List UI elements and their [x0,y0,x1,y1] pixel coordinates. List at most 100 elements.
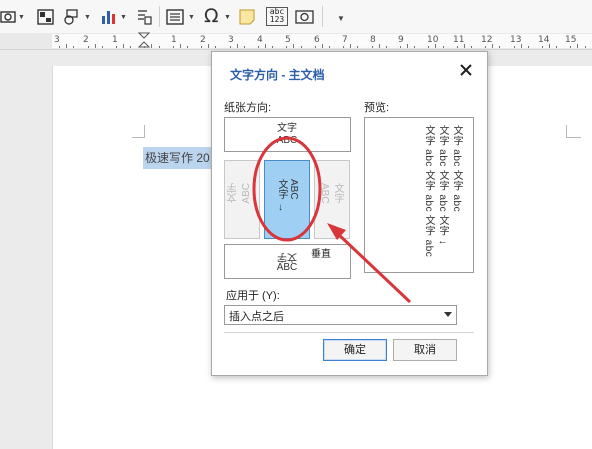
ruler-tick [470,46,472,48]
close-icon[interactable] [457,61,475,79]
ruler-tick [321,44,323,48]
ruler-tick [243,46,245,48]
ruler-tick [499,46,501,48]
ruler-tick [428,46,430,48]
ruler-tick [172,46,174,48]
ruler-tick [286,46,288,48]
ruler-tick [577,44,579,48]
screenshot-icon[interactable] [0,8,20,26]
ruler-tick [59,46,61,48]
picture-icon[interactable] [36,8,56,26]
chevron-down-icon[interactable]: ▼ [84,14,91,21]
ruler-tick [229,46,231,48]
ruler-tick [215,46,217,48]
ruler-tick [158,46,160,48]
ruler-tick [300,46,302,48]
ruler-tick [73,46,75,48]
ruler-number: 6 [314,35,320,45]
option-text: ABC [319,183,330,204]
margin-corner [132,125,145,138]
ruler-number: 7 [342,35,348,45]
toolbar-divider [322,6,323,27]
ruler-tick [584,46,586,48]
ruler-tick [257,46,259,48]
ruler-tick [87,46,89,48]
object-icon[interactable] [295,8,315,26]
margin-corner [566,125,581,138]
ruler-number: 4 [257,35,263,45]
toolbar-divider [159,6,160,27]
vertical-option-selected[interactable]: ABC 文字 ↓ [264,160,310,239]
option-text: 文字 [276,179,287,199]
ruler-tick [186,46,188,48]
shapes-icon[interactable] [62,8,82,26]
text-direction-dialog: 文字方向 - 主文档 纸张方向: 预览: 文字 ABC 文字 ABC ABC 文… [211,51,488,376]
ruler-number: 3 [54,35,60,45]
rotated-right-option[interactable]: 文字 ABC [314,160,350,239]
ruler-number: 5 [285,35,291,45]
toolbar: ▼ ▼ ▼ ▼ Ω ▼ abc 123 ▼ [0,0,592,34]
ruler-tick [378,44,380,48]
ruler-tick [328,46,330,48]
preview-label: 预览: [364,102,390,114]
preview-box: 文字 abc 文字 abc 文字 abc 文字 abc 文字 ↓ 文字 abc … [364,117,474,273]
apply-to-value: 插入点之后 [229,311,284,323]
ruler-number: 11 [453,35,465,45]
text-box-icon[interactable] [135,8,155,26]
ruler-tick [385,46,387,48]
symbol-icon[interactable]: Ω [204,5,219,27]
option-text: ABC [288,179,299,200]
ruler-tick [201,46,203,48]
more-icon[interactable]: ▼ [337,14,345,23]
ruler-number: 14 [538,35,550,45]
note-icon[interactable] [238,8,258,26]
ruler-number: 15 [565,35,577,45]
option-text: 文字 [277,123,297,134]
ruler-tick [399,46,401,48]
ruler-tick [527,46,529,48]
ruler-tick [94,44,96,48]
preview-text-line: 文字 abc 文字 abc [451,125,462,213]
ok-button[interactable]: 确定 [323,339,387,361]
chevron-down-icon[interactable]: ▼ [18,14,25,21]
option-text: 文字 [277,251,297,262]
ruler-tick [570,46,572,48]
cancel-button[interactable]: 取消 [393,339,457,361]
chevron-down-icon[interactable] [444,312,452,317]
selected-document-text[interactable]: 极速写作 20 [143,147,215,169]
ruler-tick [293,44,295,48]
ruler-tick [208,44,210,48]
header-footer-icon[interactable] [166,8,186,26]
apply-to-label: 应用于 (Y): [226,290,280,302]
ruler-tick [485,46,487,48]
horizontal-ruler[interactable]: 3 2 1 1 2 3 4 5 6 7 8 9 10 11 12 13 14 1… [52,32,592,48]
orientation-label: 纸张方向: [224,102,272,114]
arrow-down-icon: ↓ [278,202,283,213]
ruler-tick [492,44,494,48]
field-icon[interactable]: abc 123 [266,7,288,26]
ruler-number: 10 [427,35,439,45]
ruler-tick [123,44,124,48]
ruler-tick [350,44,352,48]
ruler-tick [463,44,465,48]
horizontal-option[interactable]: 文字 ABC [224,117,351,152]
apply-to-select[interactable]: 插入点之后 [224,305,457,325]
chevron-down-icon[interactable]: ▼ [224,14,231,21]
ruler-tick [179,44,181,48]
ruler-tick [101,46,103,48]
orientation-options: 文字 ABC 文字 ABC ABC 文字 ↓ 文字 ABC 文字 ABC 垂直 [224,117,351,279]
ruler-tick [456,46,458,48]
ruler-number: 1 [112,35,118,45]
ruler-tick [414,46,416,48]
chevron-down-icon[interactable]: ▼ [120,14,127,21]
option-text: ABC [241,183,252,204]
ruler-number: 1 [171,35,177,45]
field-icon-bottom: 123 [269,15,285,24]
dialog-title: 文字方向 - 主文档 [230,68,325,82]
chevron-down-icon[interactable]: ▼ [188,14,195,21]
rotated-left-option[interactable]: 文字 ABC [224,160,260,239]
ruler-tick [265,44,266,48]
ruler-tick [357,46,359,48]
preview-text-line: 文字 abc 文字 abc 文字 ↓ [437,125,448,246]
chart-icon[interactable] [99,8,119,26]
